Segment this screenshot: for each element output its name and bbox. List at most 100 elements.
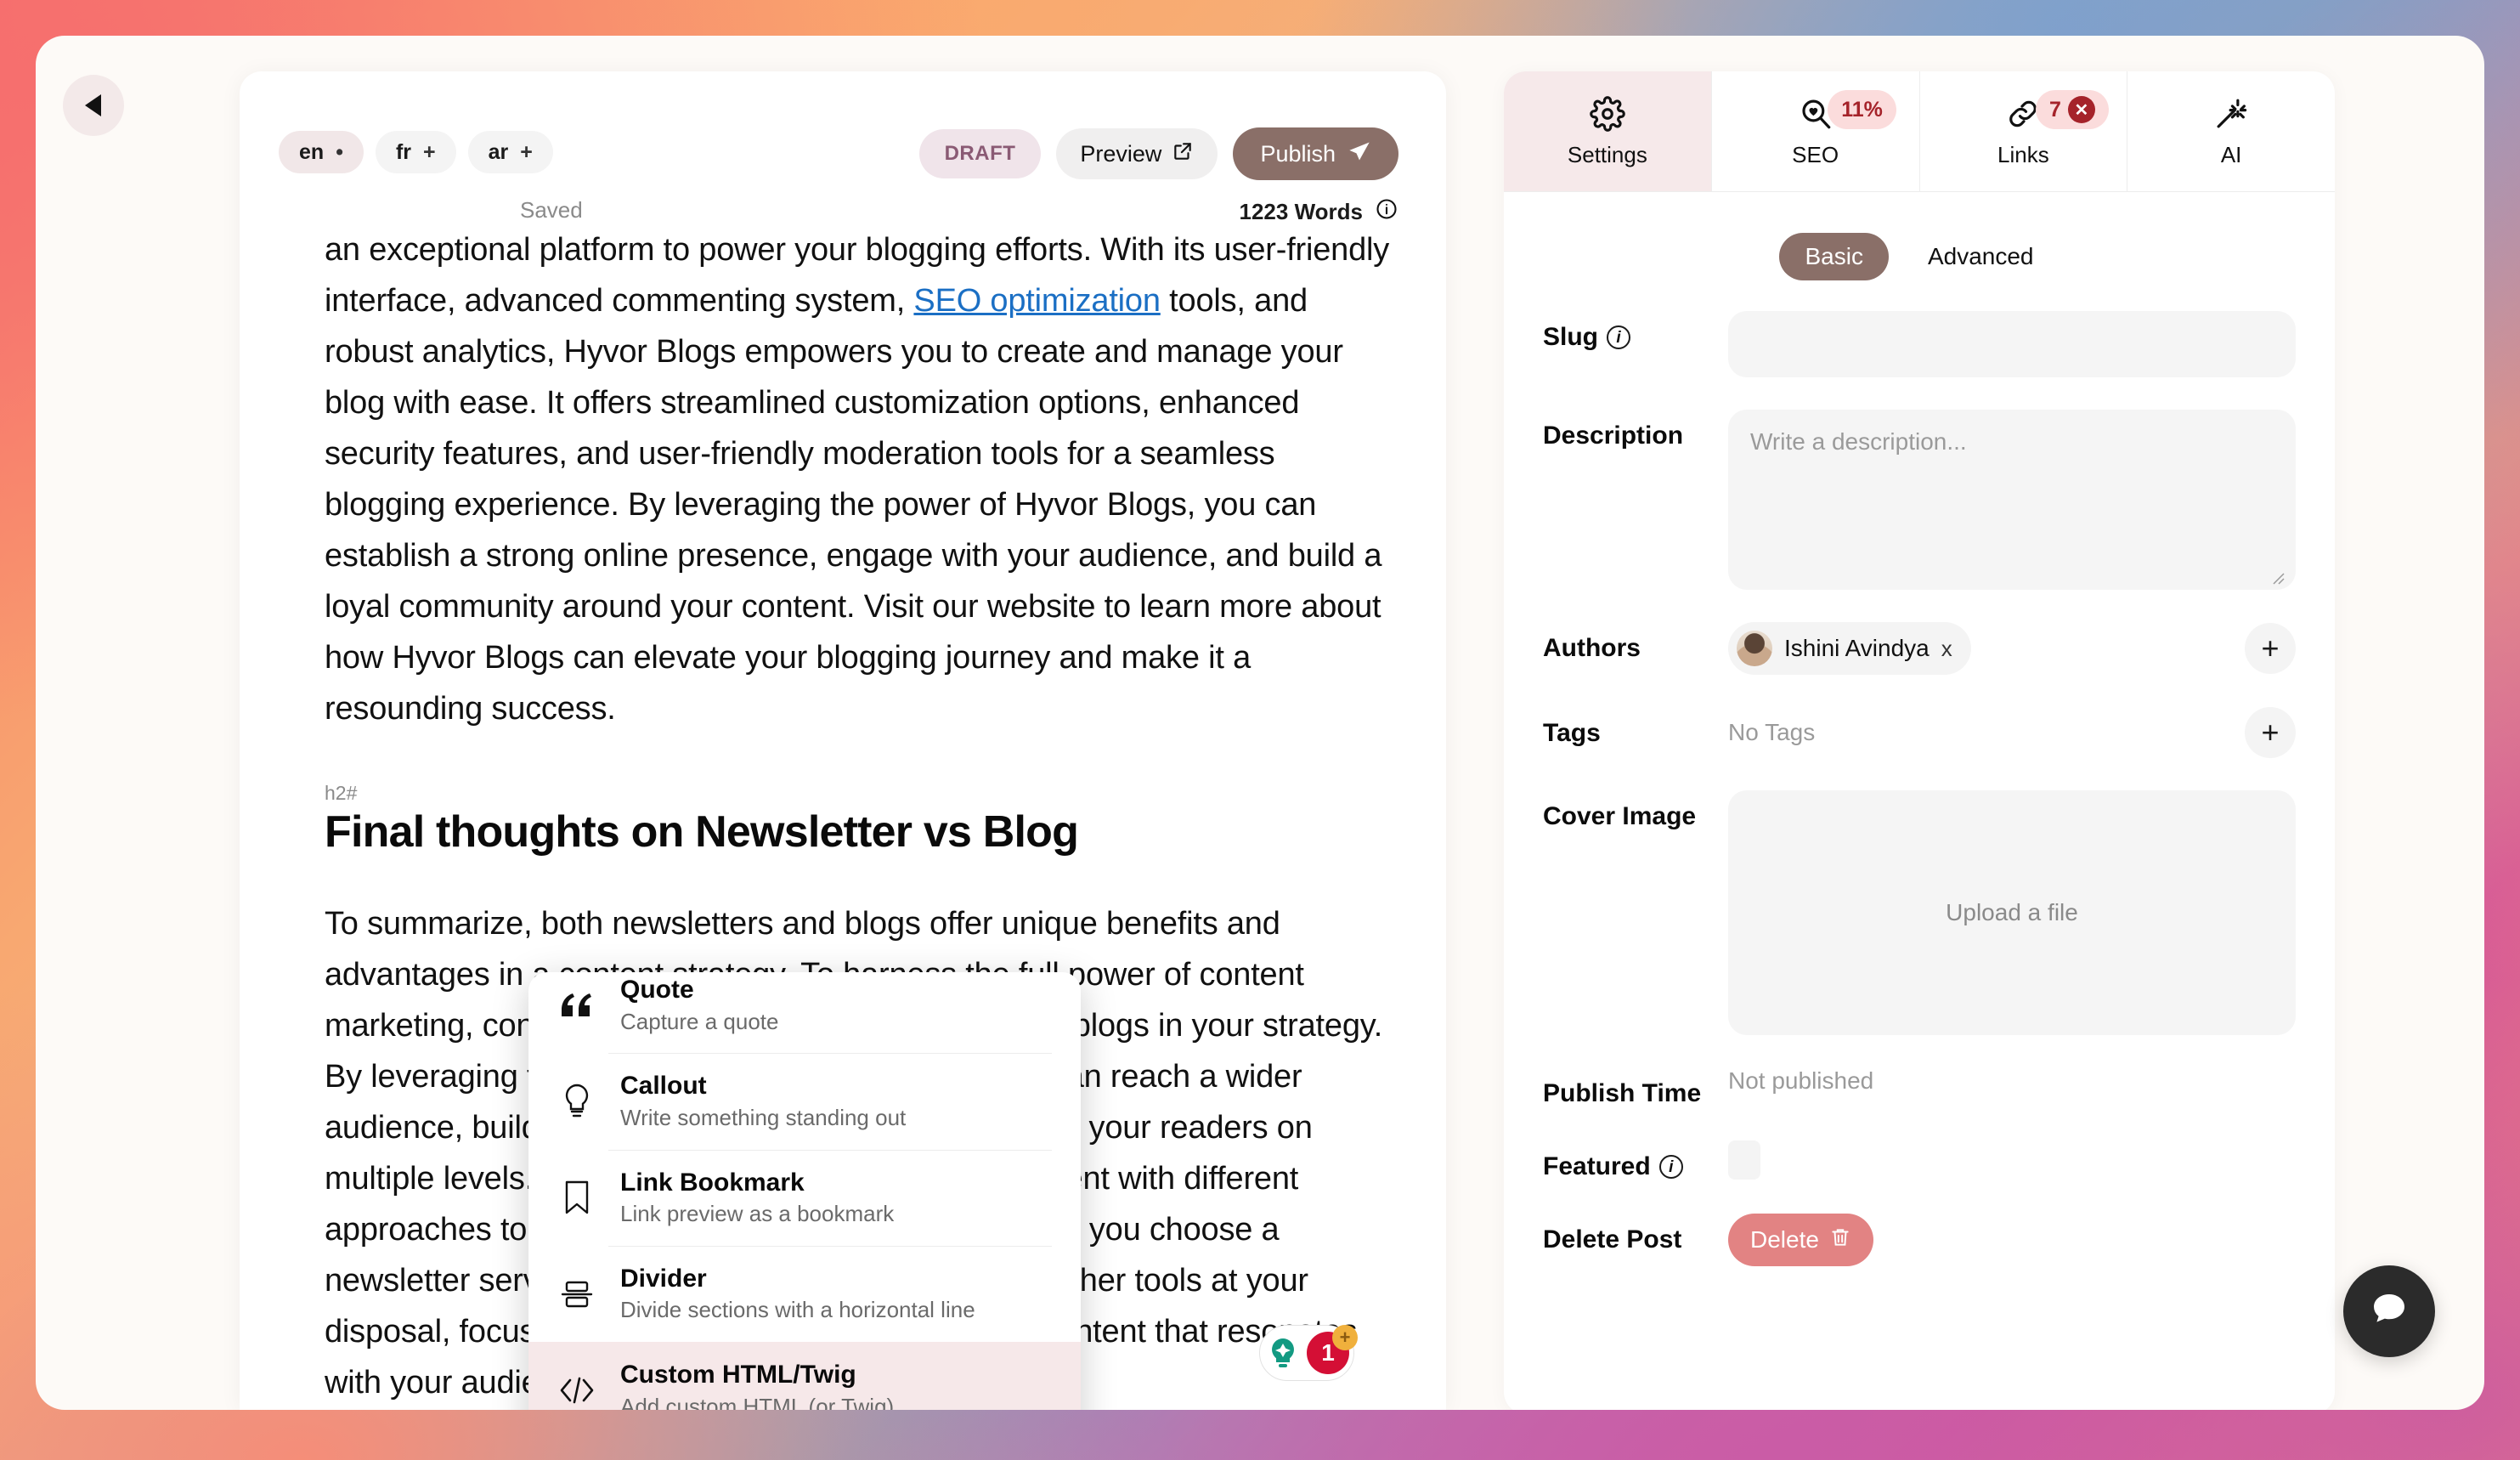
featured-label-wrap: Featured i — [1543, 1140, 1728, 1181]
description-label: Description — [1543, 422, 1684, 450]
mode-advanced[interactable]: Advanced — [1902, 233, 2060, 280]
slash-item-text: Quote Capture a quote — [620, 974, 778, 1036]
gear-icon — [1590, 94, 1625, 133]
tab-label: SEO — [1792, 142, 1839, 167]
slash-item-title: Link Bookmark — [620, 1168, 805, 1197]
slash-item-text: Custom HTML/Twig Add custom HTML (or Twi… — [620, 1359, 894, 1410]
trash-icon — [1829, 1226, 1851, 1254]
slash-item-desc: Write something standing out — [620, 1104, 907, 1130]
tab-label: Links — [1997, 142, 2049, 167]
add-tag-button[interactable]: + — [2245, 707, 2296, 758]
authors-label-wrap: Authors — [1543, 622, 1728, 663]
author-name: Ishini Avindya — [1784, 635, 1930, 661]
delete-button[interactable]: Delete — [1728, 1214, 1873, 1266]
settings-form: Slug i Description Write a description..… — [1504, 280, 2335, 1266]
field-row-authors: Authors Ishini Avindya x + — [1543, 622, 2296, 675]
preview-label: Preview — [1080, 140, 1162, 167]
info-icon[interactable]: i — [1658, 1155, 1683, 1179]
tab-settings[interactable]: Settings — [1504, 71, 1712, 191]
editor-card: en • fr + ar + Saved DRAFT Preview Publi… — [240, 71, 1446, 1410]
field-row-description: Description Write a description... — [1543, 410, 2296, 590]
field-row-publish-time: Publish Time Not published — [1543, 1067, 2296, 1108]
featured-checkbox[interactable] — [1728, 1140, 1760, 1180]
slash-item-divider[interactable]: Divider Divide sections with a horizonta… — [528, 1245, 1081, 1342]
slash-item-desc: Add custom HTML (or Twig) — [620, 1393, 895, 1410]
tags-label: Tags — [1543, 719, 1601, 747]
language-code: ar — [488, 139, 509, 164]
featured-field-wrap — [1728, 1140, 2296, 1180]
mode-basic[interactable]: Basic — [1779, 233, 1889, 280]
add-author-button[interactable]: + — [2245, 623, 2296, 674]
app-window: en • fr + ar + Saved DRAFT Preview Publi… — [36, 36, 2484, 1410]
tags-value: No Tags — [1728, 719, 1816, 745]
language-code: fr — [395, 139, 412, 164]
cover-label-wrap: Cover Image — [1543, 790, 1728, 831]
chat-bubble-icon — [2366, 1287, 2412, 1337]
field-row-slug: Slug i — [1543, 311, 2296, 377]
mode-switch: Basic Advanced — [1504, 233, 2335, 280]
description-textarea[interactable]: Write a description... — [1728, 410, 2296, 590]
back-button[interactable] — [63, 75, 124, 136]
authors-field-wrap: Ishini Avindya x + — [1728, 622, 2296, 675]
settings-column: Settings SEO 11% Links 7 ✕ AI Basic Adva… — [1480, 36, 2484, 1410]
author-chip[interactable]: Ishini Avindya x — [1728, 622, 1971, 675]
cover-image-label: Cover Image — [1543, 802, 1697, 830]
slash-item-callout[interactable]: Callout Write something standing out — [528, 1053, 1081, 1149]
publish-time-label-wrap: Publish Time — [1543, 1067, 1728, 1108]
status-badge: DRAFT — [918, 129, 1042, 178]
slash-item-title: Quote — [620, 976, 694, 1004]
paragraph-intro-text-b: tools, and robust analytics, Hyvor Blogs… — [325, 283, 1382, 727]
slash-item-text: Link Bookmark Link preview as a bookmark — [620, 1167, 894, 1229]
resize-grip-icon[interactable] — [2269, 564, 2286, 585]
notification-badge[interactable]: 1 + — [1307, 1325, 1358, 1374]
tab-seo[interactable]: SEO 11% — [1712, 71, 1920, 191]
language-mark: + — [520, 139, 533, 164]
slash-item-custom-html-twig[interactable]: Custom HTML/Twig Add custom HTML (or Twi… — [528, 1342, 1081, 1410]
remove-author-icon[interactable]: x — [1941, 636, 1952, 662]
slash-item-desc: Divide sections with a horizontal line — [620, 1297, 975, 1323]
publish-time-value[interactable]: Not published — [1728, 1055, 1873, 1094]
avatar — [1737, 631, 1772, 666]
quote-icon — [557, 986, 596, 1025]
ai-bulb-icon[interactable] — [1264, 1334, 1302, 1372]
slash-item-text: Callout Write something standing out — [620, 1070, 906, 1132]
code-icon — [557, 1371, 596, 1410]
delete-button-label: Delete — [1750, 1226, 1819, 1253]
close-x-icon: ✕ — [2067, 96, 2095, 123]
language-chip-fr[interactable]: fr + — [375, 131, 456, 173]
publish-label: Publish — [1260, 140, 1336, 167]
slash-item-desc: Link preview as a bookmark — [620, 1201, 895, 1227]
tab-links[interactable]: Links 7 ✕ — [1920, 71, 2128, 191]
preview-button[interactable]: Preview — [1056, 128, 1218, 179]
word-count: 1223 Words — [1240, 197, 1398, 227]
tab-ai[interactable]: AI — [2127, 71, 2335, 191]
authors-label: Authors — [1543, 634, 1641, 662]
chat-launcher-button[interactable] — [2343, 1265, 2435, 1357]
language-chip-ar[interactable]: ar + — [467, 131, 553, 173]
tags-field-wrap: No Tags + — [1728, 707, 2296, 758]
external-link-icon — [1172, 140, 1194, 168]
info-icon[interactable] — [1375, 197, 1398, 227]
settings-panel: Settings SEO 11% Links 7 ✕ AI Basic Adva… — [1504, 71, 2335, 1410]
slash-item-desc: Capture a quote — [620, 1008, 779, 1034]
slash-item-link-bookmark[interactable]: Link Bookmark Link preview as a bookmark — [528, 1149, 1081, 1246]
slash-item-title: Custom HTML/Twig — [620, 1361, 856, 1389]
field-row-cover-image: Cover Image Upload a file — [1543, 790, 2296, 1035]
cover-upload-dropzone[interactable]: Upload a file — [1728, 790, 2296, 1035]
slug-field-wrap — [1728, 311, 2296, 377]
publish-button[interactable]: Publish — [1233, 127, 1398, 180]
slash-command-menu: Quote Capture a quote Callout Write some… — [528, 972, 1081, 1410]
seo-optimization-link[interactable]: SEO optimization — [913, 283, 1161, 319]
section-heading: Final thoughts on Newsletter vs Blog — [325, 807, 1079, 857]
delete-field-wrap: Delete — [1728, 1214, 2296, 1266]
delete-post-label-wrap: Delete Post — [1543, 1214, 1728, 1254]
field-row-featured: Featured i — [1543, 1140, 2296, 1181]
info-icon[interactable]: i — [1607, 325, 1630, 349]
language-chip-en[interactable]: en • — [279, 131, 364, 173]
language-mark: + — [423, 139, 436, 164]
slash-item-title: Divider — [620, 1264, 707, 1293]
slash-item-quote[interactable]: Quote Capture a quote — [528, 972, 1081, 1053]
slug-input[interactable] — [1728, 311, 2296, 377]
assist-pill: 1 + — [1259, 1325, 1358, 1381]
back-triangle-icon — [82, 93, 105, 118]
